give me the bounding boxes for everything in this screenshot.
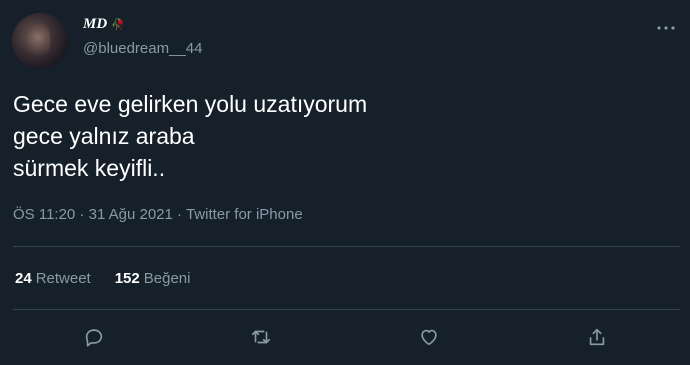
meta-separator: · bbox=[172, 206, 186, 223]
reply-button[interactable] bbox=[80, 323, 108, 351]
author-name-text: MD bbox=[83, 16, 108, 32]
retweet-icon bbox=[251, 330, 271, 344]
tweet-source[interactable]: Twitter for iPhone bbox=[186, 206, 303, 223]
rose-emoji-icon: 🥀 bbox=[111, 19, 125, 31]
likes-count: 152 bbox=[114, 270, 140, 287]
tweet-stats: 24 Retweet 152 Beğeni bbox=[15, 270, 190, 287]
heart-icon bbox=[421, 329, 437, 346]
retweets-label: Retweet bbox=[35, 270, 91, 287]
meta-separator: · bbox=[75, 206, 89, 223]
more-dots-icon bbox=[657, 26, 675, 30]
divider bbox=[13, 246, 680, 247]
author-name[interactable]: MD 🥀 bbox=[83, 16, 125, 33]
reply-icon bbox=[85, 329, 103, 347]
tweet-text: Gece eve gelirken yolu uzatıyorum gece y… bbox=[13, 91, 368, 181]
retweets-count: 24 bbox=[15, 270, 32, 287]
avatar[interactable] bbox=[12, 13, 68, 69]
tweet-date[interactable]: 31 Ağu 2021 bbox=[89, 206, 173, 223]
divider bbox=[13, 309, 680, 310]
retweet-button[interactable] bbox=[247, 323, 275, 351]
more-options-button[interactable] bbox=[656, 18, 676, 38]
retweets-stat[interactable]: 24 Retweet bbox=[15, 270, 91, 287]
share-icon bbox=[589, 328, 605, 346]
tweet-meta: ÖS 11:20 · 31 Ağu 2021 · Twitter for iPh… bbox=[13, 206, 303, 223]
likes-stat[interactable]: 152 Beğeni bbox=[115, 270, 191, 287]
like-button[interactable] bbox=[415, 323, 443, 351]
author-handle[interactable]: @bluedream__44 bbox=[83, 40, 202, 57]
tweet-time[interactable]: ÖS 11:20 bbox=[13, 206, 75, 223]
share-button[interactable] bbox=[583, 323, 611, 351]
likes-label: Beğeni bbox=[143, 270, 191, 287]
